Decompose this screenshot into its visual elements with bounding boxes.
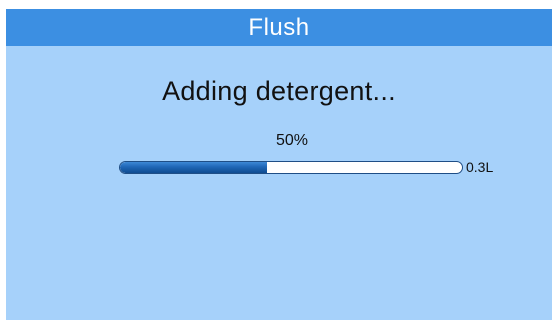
progress-volume-label: 0.3L bbox=[466, 159, 494, 175]
progress-bar bbox=[119, 161, 463, 174]
page-title: Flush bbox=[248, 13, 310, 41]
title-bar: Flush bbox=[6, 9, 552, 46]
progress-percent-label: 50% bbox=[275, 132, 309, 149]
status-message: Adding detergent... bbox=[162, 76, 396, 106]
device-screen: Flush Adding detergent... 50% 0.3L bbox=[6, 9, 552, 320]
progress-fill bbox=[120, 162, 268, 173]
